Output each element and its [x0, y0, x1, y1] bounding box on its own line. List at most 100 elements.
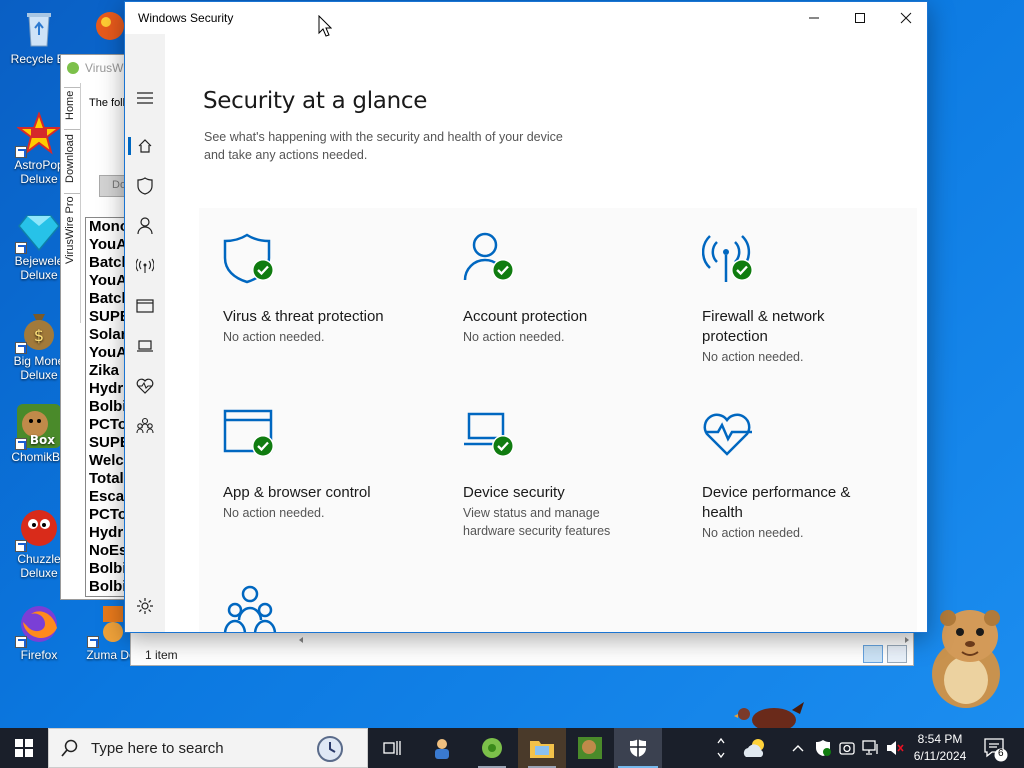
- list-item[interactable]: Batch: [86, 290, 128, 308]
- list-item[interactable]: YouA: [86, 344, 128, 362]
- list-item[interactable]: NoEs: [86, 542, 128, 560]
- view-toggle: [863, 645, 907, 663]
- shield-icon: [630, 739, 646, 757]
- large-icons-view-icon[interactable]: [887, 645, 907, 663]
- list-item[interactable]: Solar: [86, 326, 128, 344]
- clock-time: 8:54 PM: [917, 732, 963, 746]
- svg-text:Box: Box: [30, 433, 55, 447]
- list-item[interactable]: Escap: [86, 488, 128, 506]
- search-icon: [61, 739, 78, 757]
- list-item[interactable]: YouA: [86, 272, 128, 290]
- windows-security-window[interactable]: Windows Security Security at a glance Se…: [124, 1, 928, 633]
- list-item[interactable]: Bolbi: [86, 578, 128, 596]
- taskbar: Type here to search 8:54 PM 6/11/2024: [0, 728, 1024, 768]
- nav-account[interactable]: [125, 208, 165, 244]
- viruswire-tab-pro[interactable]: VirusWire Pro: [64, 193, 80, 267]
- volume-muted-icon: [887, 741, 904, 755]
- tile-virus-threat-protection[interactable]: Virus & threat protection No action need…: [223, 232, 433, 346]
- details-view-icon[interactable]: [863, 645, 883, 663]
- chomikbox-icon: Box: [15, 404, 61, 450]
- taskbar-app-chomikbox[interactable]: [566, 728, 614, 768]
- hamburger-menu-button[interactable]: [125, 80, 165, 116]
- tray-app-icon[interactable]: [836, 728, 858, 768]
- weather-widget[interactable]: [736, 728, 776, 768]
- heart-pulse-icon: [703, 413, 752, 456]
- status-bar-text: 1 item: [145, 648, 178, 662]
- taskbar-app-windows-security[interactable]: [614, 728, 662, 768]
- folder-icon: [530, 741, 554, 758]
- taskbar-app-viruswire[interactable]: [468, 728, 516, 768]
- list-item[interactable]: Batch: [86, 254, 128, 272]
- tile-device-security[interactable]: Device security View status and manage h…: [463, 408, 673, 540]
- wifi-antenna-icon: [136, 258, 154, 273]
- tile-family-options[interactable]: [223, 584, 433, 632]
- tile-title-line: Firewall & network: [702, 308, 825, 325]
- nav-settings[interactable]: [125, 588, 165, 624]
- game-icon[interactable]: [92, 8, 124, 48]
- list-item[interactable]: PCTo: [86, 416, 128, 434]
- tile-title-line: protection: [702, 328, 768, 345]
- list-item[interactable]: PCTo: [86, 506, 128, 524]
- main-content: Security at a glance See what's happenin…: [165, 34, 927, 632]
- list-item[interactable]: Zika: [86, 362, 128, 380]
- show-hidden-icons-button[interactable]: [788, 728, 808, 768]
- list-item[interactable]: SUPE: [86, 434, 128, 452]
- nav-performance[interactable]: [125, 368, 165, 404]
- maximize-button[interactable]: [837, 2, 883, 34]
- window-title: Windows Security: [138, 11, 234, 25]
- desktop-icon-firefox[interactable]: Firefox: [2, 602, 76, 662]
- list-item[interactable]: Bolbi: [86, 398, 128, 416]
- nav-app-browser[interactable]: [125, 288, 165, 324]
- laptop-check-icon: [464, 412, 514, 457]
- viruswire-window[interactable]: VirusW Home Download VirusWire Pro The f…: [60, 54, 130, 600]
- tile-device-performance-health[interactable]: Device performance & health No action ne…: [702, 408, 912, 542]
- nav-device-security[interactable]: [125, 328, 165, 364]
- nav-home[interactable]: [125, 128, 165, 164]
- tile-status: No action needed.: [463, 330, 565, 344]
- tray-scroll-control[interactable]: [710, 728, 732, 768]
- list-item[interactable]: Mono: [86, 218, 128, 236]
- camera-icon: [839, 742, 855, 755]
- tray-defender[interactable]: [812, 728, 834, 768]
- tile-title: Firewall & network protection: [702, 307, 912, 347]
- tile-firewall-network-protection[interactable]: Firewall & network protection No action …: [701, 232, 912, 366]
- turkey-gadget[interactable]: [734, 700, 808, 732]
- list-item[interactable]: Welc: [86, 452, 128, 470]
- viruswire-titlebar[interactable]: VirusW: [61, 55, 129, 81]
- cortana-clock-button[interactable]: [306, 728, 354, 768]
- page-subtitle-line: and take any actions needed.: [204, 148, 368, 162]
- list-item[interactable]: YouA: [86, 236, 128, 254]
- nav-family[interactable]: [125, 408, 165, 444]
- big-money-icon: $: [15, 308, 61, 354]
- chuzzle-icon: [15, 506, 61, 552]
- nav-firewall[interactable]: [125, 248, 165, 284]
- titlebar[interactable]: Windows Security: [125, 2, 927, 34]
- taskbar-clock[interactable]: 8:54 PM 6/11/2024: [904, 731, 976, 765]
- viruswire-list[interactable]: Mono YouA Batch YouA Batch SUPE Solar Yo…: [85, 217, 129, 597]
- firefox-icon: [15, 602, 61, 648]
- shield-check-icon: [223, 233, 274, 284]
- taskbar-app-user[interactable]: [418, 728, 466, 768]
- start-button[interactable]: [0, 728, 48, 768]
- notification-count-badge: 6: [994, 748, 1008, 767]
- windows-logo-icon: [15, 739, 33, 757]
- minimize-button[interactable]: [791, 2, 837, 34]
- viruswire-tab-home[interactable]: Home: [64, 87, 80, 123]
- tray-volume-muted[interactable]: [884, 728, 906, 768]
- hamster-mascot[interactable]: [924, 604, 1008, 710]
- taskbar-app-file-explorer[interactable]: [518, 728, 566, 768]
- close-button[interactable]: [883, 2, 929, 34]
- list-item[interactable]: Hydr: [86, 380, 128, 398]
- list-item[interactable]: Bolbi: [86, 560, 128, 578]
- tile-account-protection[interactable]: Account protection No action needed.: [463, 232, 673, 346]
- list-item[interactable]: Hydr: [86, 524, 128, 542]
- tile-app-browser-control[interactable]: App & browser control No action needed.: [223, 408, 433, 522]
- nav-virus-threat[interactable]: [125, 168, 165, 204]
- list-item[interactable]: Total: [86, 470, 128, 488]
- tray-network[interactable]: [860, 728, 882, 768]
- user-app-icon: [435, 739, 449, 759]
- task-view-button[interactable]: [368, 728, 416, 768]
- list-item[interactable]: SUPE: [86, 308, 128, 326]
- viruswire-title: VirusW: [85, 61, 124, 75]
- viruswire-tab-download[interactable]: Download: [64, 129, 80, 187]
